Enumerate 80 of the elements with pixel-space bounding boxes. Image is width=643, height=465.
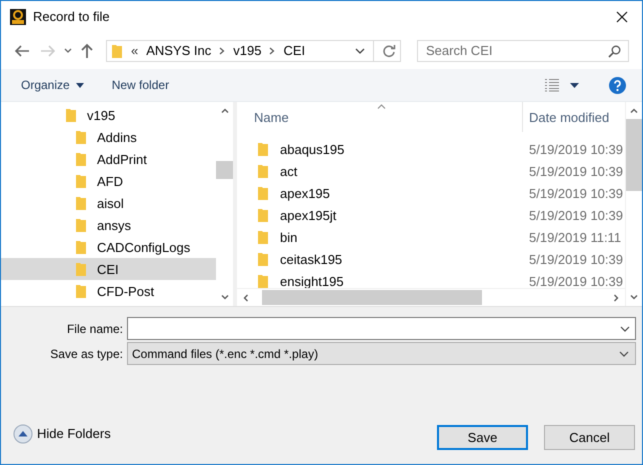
folder-icon <box>75 195 87 211</box>
refresh-icon[interactable] <box>382 44 396 58</box>
tree-item[interactable]: AFD <box>1 170 216 192</box>
column-header[interactable]: Name <box>237 102 523 132</box>
new-folder-button[interactable]: New folder <box>104 75 178 95</box>
caret-icon <box>76 82 84 88</box>
file-type-dropdown[interactable]: Command files (*.enc *.cmd *.play) <box>127 342 636 365</box>
view-list-icon[interactable] <box>544 78 560 92</box>
file-row[interactable]: abaqus195 5/19/2019 10:39 <box>237 138 625 160</box>
search-icon <box>608 44 621 58</box>
folder-icon <box>75 173 87 189</box>
field-label: File name: <box>66 322 124 336</box>
window-title: Record to file <box>33 9 110 24</box>
chevron-down-icon <box>619 350 629 356</box>
cancel-button[interactable]: Cancel <box>544 425 635 450</box>
folder-icon <box>75 217 87 233</box>
save-button[interactable]: Save <box>437 425 528 450</box>
app-icon <box>10 8 26 24</box>
scroll-up-icon[interactable] <box>630 108 638 113</box>
scroll-up-icon[interactable] <box>220 108 228 113</box>
folder-icon <box>75 239 87 255</box>
caret-icon[interactable] <box>570 82 579 88</box>
chevron-down-icon[interactable] <box>620 326 630 332</box>
overflow-marker[interactable]: « <box>131 43 138 58</box>
breadcrumb-item[interactable]: CEI <box>283 43 306 58</box>
chevron-down-icon[interactable] <box>64 48 72 54</box>
scrollbar-thumb[interactable] <box>626 119 642 191</box>
folder-icon <box>257 163 269 179</box>
folder-icon <box>257 229 269 245</box>
scroll-right-icon[interactable] <box>614 294 619 302</box>
file-row[interactable]: act 5/19/2019 10:39 <box>237 160 625 182</box>
help-icon[interactable] <box>609 76 626 94</box>
folder-icon <box>75 151 87 167</box>
hide-folders-button[interactable]: Hide Folders <box>13 424 111 444</box>
folder-icon <box>75 261 87 277</box>
sort-caret-icon <box>377 104 386 109</box>
address-bar[interactable]: « ANSYS Inc v195 CEI <box>106 40 401 62</box>
folder-icon <box>75 283 87 299</box>
tree-item[interactable]: CEI <box>1 258 216 280</box>
file-row[interactable]: ceitask195 5/19/2019 10:39 <box>237 248 625 270</box>
organize-menu[interactable]: Organize <box>13 75 92 95</box>
tree-item[interactable]: aisol <box>1 192 216 214</box>
folder-icon <box>257 141 269 157</box>
column-header[interactable]: Date modified <box>523 102 610 132</box>
file-row[interactable]: bin 5/19/2019 11:11 <box>237 226 625 248</box>
scrollbar-thumb[interactable] <box>216 161 233 179</box>
search-field[interactable]: Search CEI <box>417 40 629 62</box>
scroll-left-icon[interactable] <box>243 294 248 302</box>
tree-item[interactable]: Addins <box>1 126 216 148</box>
file-row[interactable]: ensight195 5/19/2019 10:39 <box>237 270 625 288</box>
file-name-field[interactable] <box>127 317 636 340</box>
back-arrow-icon[interactable] <box>14 44 30 58</box>
tree-item[interactable]: CADConfigLogs <box>1 236 216 258</box>
chevron-right-icon <box>219 46 226 54</box>
up-arrow-icon[interactable] <box>80 42 94 58</box>
breadcrumb-item[interactable]: v195 <box>233 43 262 58</box>
folder-icon <box>257 273 269 288</box>
tree-item[interactable]: CFD-Post <box>1 280 216 302</box>
scrollbar-thumb[interactable] <box>262 290 482 305</box>
file-row[interactable]: apex195 5/19/2019 10:39 <box>237 182 625 204</box>
tree-item[interactable]: AddPrint <box>1 148 216 170</box>
chevron-up-circle-icon <box>13 424 33 444</box>
folder-icon <box>257 207 269 223</box>
folder-icon <box>257 251 269 267</box>
folder-icon <box>257 185 269 201</box>
close-icon[interactable] <box>616 10 628 22</box>
file-row[interactable]: apex195jt 5/19/2019 10:39 <box>237 204 625 226</box>
scroll-down-icon[interactable] <box>220 295 228 300</box>
folder-icon <box>75 129 87 145</box>
tree-item[interactable]: ansys <box>1 214 216 236</box>
folder-icon <box>65 107 77 123</box>
breadcrumb-item[interactable]: ANSYS Inc <box>146 43 212 58</box>
field-label: Save as type: <box>49 346 124 360</box>
horizontal-scrollbar[interactable] <box>237 288 625 306</box>
chevron-down-icon[interactable] <box>355 48 365 54</box>
scroll-down-icon[interactable] <box>630 295 638 300</box>
vertical-scrollbar[interactable] <box>625 102 642 306</box>
tree-item[interactable]: v195 <box>1 104 216 126</box>
folder-icon <box>111 42 123 58</box>
chevron-right-icon <box>269 46 276 54</box>
